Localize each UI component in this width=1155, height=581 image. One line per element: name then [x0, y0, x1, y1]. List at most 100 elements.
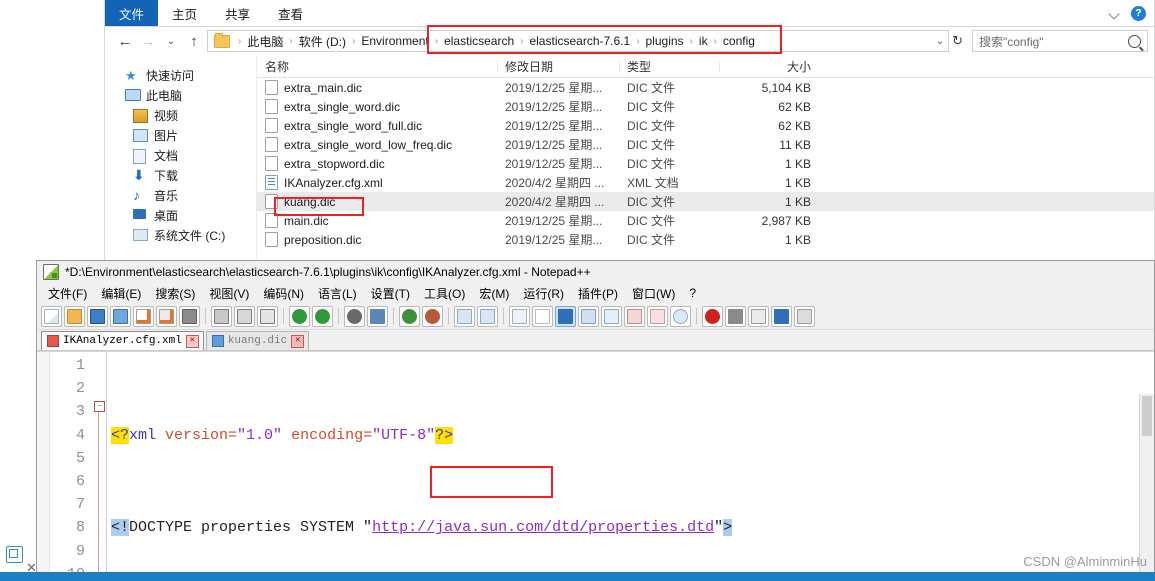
code-token[interactable]: http://java.sun.com/dtd/properties.dtd: [372, 519, 714, 536]
search-icon[interactable]: [1128, 34, 1141, 48]
paste-icon[interactable]: [257, 305, 278, 327]
recent-locations-icon[interactable]: ⌄: [161, 31, 181, 51]
open-file-icon[interactable]: [64, 305, 85, 327]
breadcrumb-item-elasticsearch-761[interactable]: elasticsearch-7.6.1: [527, 34, 632, 48]
ribbon-tab-share[interactable]: 共享: [211, 0, 264, 26]
cut-icon[interactable]: [211, 305, 232, 327]
fold-toggle-icon[interactable]: −: [94, 401, 105, 412]
breadcrumb-item-environment[interactable]: Environment: [359, 34, 430, 48]
folder-as-workspace-icon[interactable]: [647, 305, 668, 327]
close-icon[interactable]: ✕: [185, 334, 199, 348]
menu-item-tools[interactable]: 工具(O): [417, 284, 472, 303]
zoom-in-icon[interactable]: [399, 305, 420, 327]
breadcrumb-item-elasticsearch[interactable]: elasticsearch: [442, 34, 516, 48]
sidebar-item-downloads[interactable]: ⬇ 下载: [105, 165, 256, 185]
forward-icon[interactable]: →: [138, 31, 158, 51]
table-row[interactable]: extra_main.dic 2019/12/25 星期... DIC 文件 5…: [257, 78, 1154, 97]
breadcrumb-item-config[interactable]: config: [721, 34, 757, 48]
breadcrumb-item-ik[interactable]: ik: [697, 34, 710, 48]
close-file-icon[interactable]: [133, 305, 154, 327]
table-row[interactable]: extra_single_word.dic 2019/12/25 星期... D…: [257, 97, 1154, 116]
menu-item-help[interactable]: ?: [682, 285, 703, 301]
menu-item-edit[interactable]: 编辑(E): [94, 284, 148, 303]
table-row[interactable]: IKAnalyzer.cfg.xml 2020/4/2 星期四 ... XML …: [257, 173, 1154, 192]
close-icon[interactable]: ✕: [291, 334, 305, 348]
sidebar-item-quick-access[interactable]: ★ 快速访问: [105, 65, 256, 85]
help-icon[interactable]: ?: [1131, 5, 1146, 21]
code-content[interactable]: <?xml version="1.0" encoding="UTF-8"?> <…: [107, 352, 1154, 580]
table-row[interactable]: main.dic 2019/12/25 星期... DIC 文件 2,987 K…: [257, 211, 1154, 230]
print-icon[interactable]: [179, 305, 200, 327]
chevron-down-icon[interactable]: [1109, 7, 1121, 19]
sidebar-item-music[interactable]: ♪ 音乐: [105, 185, 256, 205]
ribbon-tab-home[interactable]: 主页: [158, 0, 211, 26]
show-doc-map-icon[interactable]: [601, 305, 622, 327]
breadcrumb-item-drive-d[interactable]: 软件 (D:): [297, 33, 348, 50]
find-icon[interactable]: [344, 305, 365, 327]
macro-record-icon[interactable]: [702, 305, 723, 327]
indent-guide-icon[interactable]: [555, 305, 576, 327]
sync-horizontal-icon[interactable]: [477, 305, 498, 327]
chevron-down-icon[interactable]: ⌄: [936, 36, 944, 47]
column-header-size[interactable]: 大小: [719, 58, 819, 75]
breadcrumb[interactable]: › 此电脑 › 软件 (D:) › Environment › elastics…: [207, 30, 950, 52]
table-row[interactable]: kuang.dic 2020/4/2 星期四 ... DIC 文件 1 KB: [257, 192, 1154, 211]
zoom-out-icon[interactable]: [422, 305, 443, 327]
back-icon[interactable]: ←: [115, 31, 135, 51]
code-folding-margin[interactable]: −: [92, 352, 107, 580]
sidebar-item-pictures[interactable]: 图片: [105, 125, 256, 145]
user-defined-dialog-icon[interactable]: [578, 305, 599, 327]
search-input[interactable]: 搜索"config": [972, 30, 1148, 52]
sidebar-item-documents[interactable]: 文档: [105, 145, 256, 165]
close-all-icon[interactable]: [156, 305, 177, 327]
replace-icon[interactable]: [367, 305, 388, 327]
menu-item-settings[interactable]: 设置(T): [364, 284, 417, 303]
save-icon[interactable]: [87, 305, 108, 327]
column-header-type[interactable]: 类型: [619, 58, 719, 75]
menu-item-window[interactable]: 窗口(W): [625, 284, 682, 303]
word-wrap-icon[interactable]: [509, 305, 530, 327]
column-header-date[interactable]: 修改日期: [497, 58, 619, 75]
sidebar-item-desktop[interactable]: 桌面: [105, 205, 256, 225]
show-all-chars-icon[interactable]: [532, 305, 553, 327]
menu-item-plugins[interactable]: 插件(P): [571, 284, 625, 303]
table-row[interactable]: extra_single_word_low_freq.dic 2019/12/2…: [257, 135, 1154, 154]
macro-stop-icon[interactable]: [725, 305, 746, 327]
tab-kuang-dic[interactable]: kuang.dic ✕: [205, 331, 310, 350]
new-file-icon[interactable]: [41, 305, 62, 327]
editor-vertical-scrollbar[interactable]: [1139, 394, 1154, 580]
table-row[interactable]: extra_stopword.dic 2019/12/25 星期... DIC …: [257, 154, 1154, 173]
table-row[interactable]: extra_single_word_full.dic 2019/12/25 星期…: [257, 116, 1154, 135]
sync-vertical-icon[interactable]: [454, 305, 475, 327]
sidebar-item-videos[interactable]: 视频: [105, 105, 256, 125]
menu-item-encoding[interactable]: 编码(N): [256, 284, 311, 303]
macro-play-icon[interactable]: [748, 305, 769, 327]
undo-icon[interactable]: [289, 305, 310, 327]
window-edge-icon[interactable]: [6, 546, 23, 563]
save-all-icon[interactable]: [110, 305, 131, 327]
monitoring-icon[interactable]: [670, 305, 691, 327]
menu-item-search[interactable]: 搜索(S): [148, 284, 202, 303]
breadcrumb-item-this-pc[interactable]: 此电脑: [245, 33, 285, 50]
macro-save-icon[interactable]: [794, 305, 815, 327]
scrollbar-thumb[interactable]: [1142, 396, 1152, 436]
function-list-icon[interactable]: [624, 305, 645, 327]
breadcrumb-item-plugins[interactable]: plugins: [644, 34, 686, 48]
menu-item-language[interactable]: 语言(L): [311, 284, 364, 303]
editor-bookmark-margin[interactable]: [37, 352, 50, 580]
sidebar-item-system-drive[interactable]: 系统文件 (C:): [105, 225, 256, 245]
menu-item-macro[interactable]: 宏(M): [472, 284, 516, 303]
sidebar-item-this-pc[interactable]: 此电脑: [105, 85, 256, 105]
column-header-name[interactable]: 名称: [257, 58, 497, 75]
menu-item-run[interactable]: 运行(R): [516, 284, 571, 303]
refresh-icon[interactable]: ↻: [952, 33, 963, 49]
tab-ikanalyzer-cfg-xml[interactable]: IKAnalyzer.cfg.xml ✕: [41, 331, 204, 350]
table-row[interactable]: preposition.dic 2019/12/25 星期... DIC 文件 …: [257, 230, 1154, 249]
menu-item-file[interactable]: 文件(F): [41, 284, 94, 303]
macro-run-multiple-icon[interactable]: [771, 305, 792, 327]
ribbon-tab-view[interactable]: 查看: [264, 0, 317, 26]
copy-icon[interactable]: [234, 305, 255, 327]
menu-item-view[interactable]: 视图(V): [202, 284, 256, 303]
up-icon[interactable]: ↑: [184, 31, 204, 51]
redo-icon[interactable]: [312, 305, 333, 327]
